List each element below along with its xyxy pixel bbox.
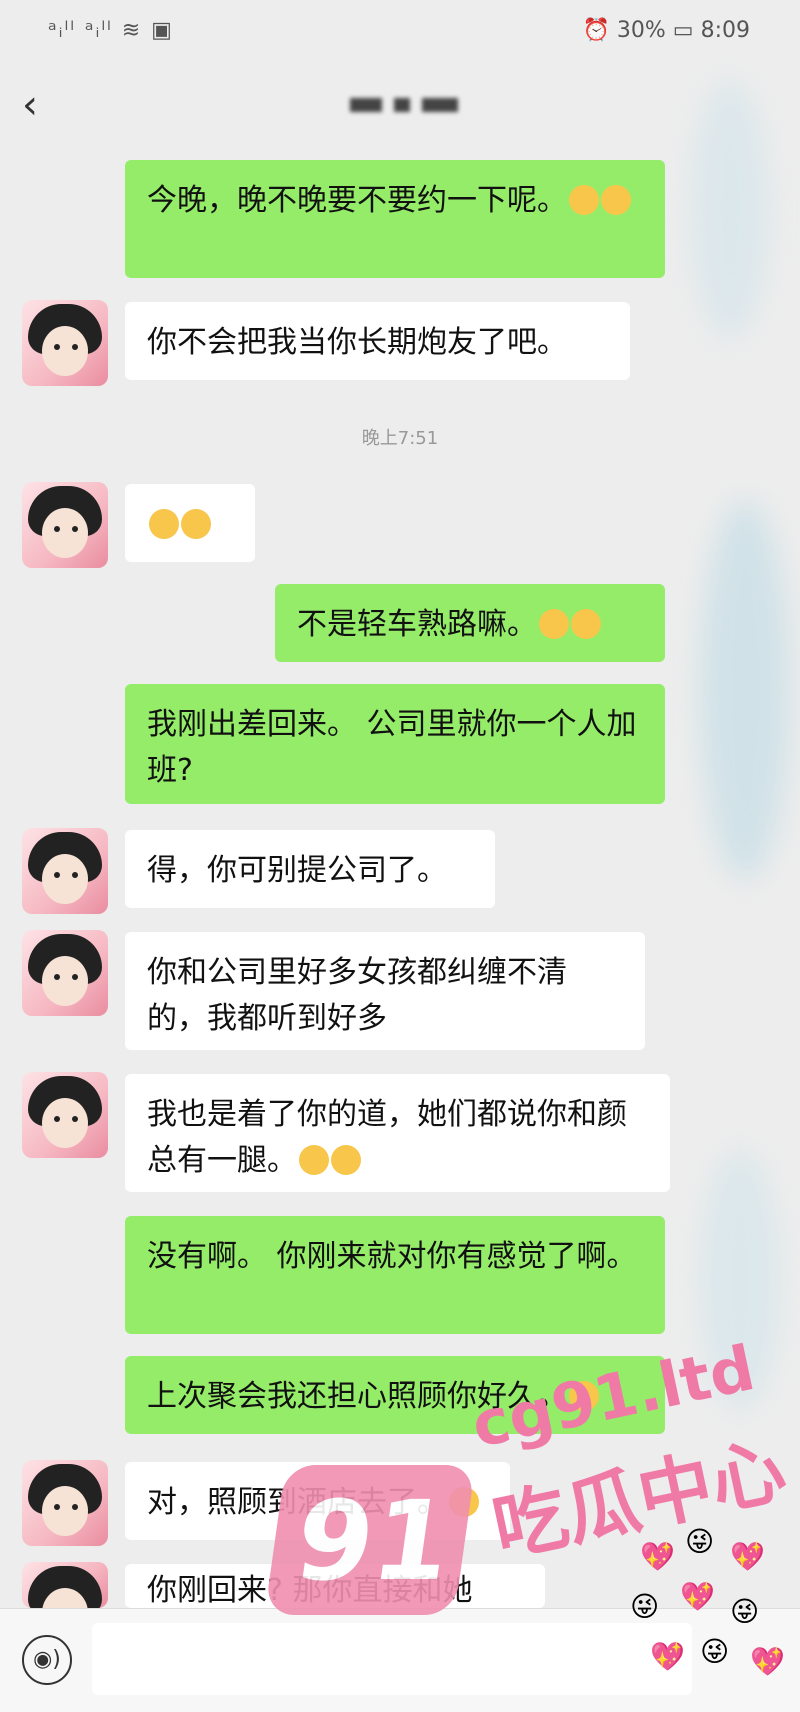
message-bubble-sent[interactable]: 我刚出差回来。 公司里就你一个人加班? xyxy=(125,684,665,804)
message-text: 没有啊。 你刚来就对你有感觉了啊。 xyxy=(147,1239,637,1274)
message-text: 今晚，晚不晚要不要约一下呢。 xyxy=(147,183,567,218)
crying-laughing-emoji-icon xyxy=(571,609,601,639)
avatar[interactable] xyxy=(22,828,108,914)
message-text: 我也是着了你的道，她们都说你和颜总有一腿。 xyxy=(147,1097,627,1178)
message-bubble-received[interactable]: 得，你可别提公司了。 xyxy=(125,830,495,908)
emoji-sticker-decoration: 💖 😜 💖 😜 💖 😜 💖 😜 💖 xyxy=(630,1525,785,1678)
crying-laughing-emoji-icon xyxy=(539,609,569,639)
avatar[interactable] xyxy=(22,1460,108,1546)
flushed-emoji-icon xyxy=(331,1145,361,1175)
avatar[interactable] xyxy=(22,300,108,386)
status-right: ⏰ 30% ▭ 8:09 xyxy=(582,18,750,43)
pleading-emoji-icon xyxy=(149,509,179,539)
avatar[interactable] xyxy=(22,1562,108,1608)
back-icon[interactable]: ‹ xyxy=(22,82,38,128)
avatar[interactable] xyxy=(22,482,108,568)
message-bubble-sent[interactable]: 没有啊。 你刚来就对你有感觉了啊。 xyxy=(125,1216,665,1334)
avatar[interactable] xyxy=(22,1072,108,1158)
message-text: 不是轻车熟路嘛。 xyxy=(297,607,537,642)
message-input[interactable] xyxy=(92,1623,692,1695)
message-text: 得，你可别提公司了。 xyxy=(147,853,447,888)
timestamp: 晚上7:51 xyxy=(361,428,439,449)
message-bubble-received[interactable]: 我也是着了你的道，她们都说你和颜总有一腿。 xyxy=(125,1074,670,1192)
watermark-logo: 91 xyxy=(264,1465,476,1615)
voice-input-icon[interactable]: ◉) xyxy=(22,1635,72,1685)
message-bubble-received[interactable] xyxy=(125,484,255,562)
message-bubble-received[interactable]: 你和公司里好多女孩都纠缠不清的，我都听到好多 xyxy=(125,932,645,1050)
chat-header: ‹ xyxy=(0,70,800,150)
smile-emoji-icon xyxy=(569,185,599,215)
pleading-emoji-icon xyxy=(181,509,211,539)
signal-icons: ᵃᵢˡˡ ᵃᵢˡˡ ≋ ▣ xyxy=(48,18,174,43)
message-bubble-sent[interactable]: 不是轻车熟路嘛。 xyxy=(275,584,665,662)
background-decoration xyxy=(700,500,790,880)
message-text: 我刚出差回来。 公司里就你一个人加班? xyxy=(147,707,637,788)
message-bubble-sent[interactable]: 今晚，晚不晚要不要约一下呢。 xyxy=(125,160,665,278)
contact-name-redacted xyxy=(350,92,460,122)
flushed-emoji-icon xyxy=(299,1145,329,1175)
status-bar: ᵃᵢˡˡ ᵃᵢˡˡ ≋ ▣ ⏰ 30% ▭ 8:09 xyxy=(0,0,800,70)
avatar[interactable] xyxy=(22,930,108,1016)
smile-emoji-icon xyxy=(601,185,631,215)
chat-screen: ᵃᵢˡˡ ᵃᵢˡˡ ≋ ▣ ⏰ 30% ▭ 8:09 ‹ 今晚，晚不晚要不要约一… xyxy=(0,0,800,1712)
message-text: 你和公司里好多女孩都纠缠不清的，我都听到好多 xyxy=(147,955,567,1036)
watermark-logo-text: 91 xyxy=(287,1477,459,1605)
message-bubble-received[interactable]: 你不会把我当你长期炮友了吧。 xyxy=(125,302,630,380)
message-text: 你不会把我当你长期炮友了吧。 xyxy=(147,325,567,360)
